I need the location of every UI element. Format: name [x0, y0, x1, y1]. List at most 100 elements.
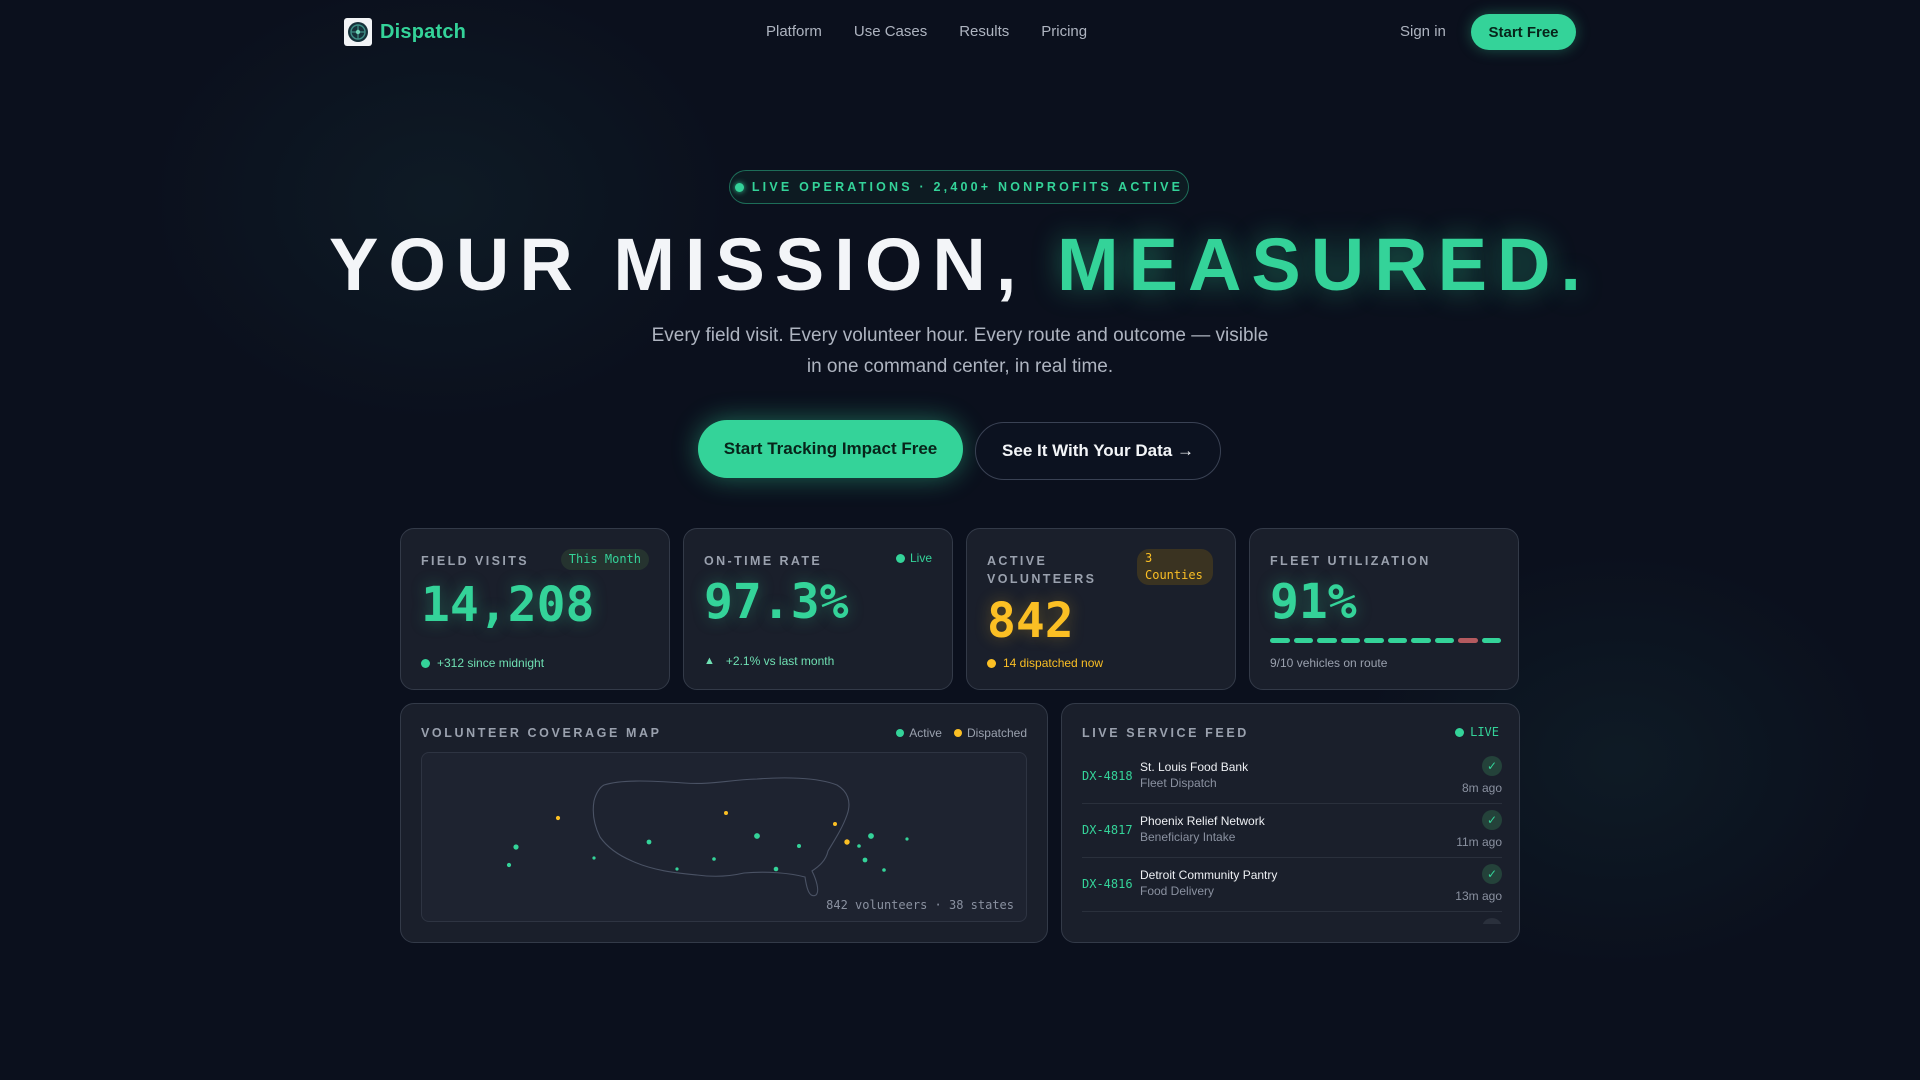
field-visits-value: 14,208 [421, 577, 595, 633]
fleet-segment [1364, 638, 1384, 643]
on-time-delta: +2.1% vs last month [725, 654, 835, 668]
check-icon: ✓ [1482, 756, 1502, 776]
active-volunteers-label: ACTIVE VOLUNTEERS [987, 552, 1096, 588]
active-dot-icon [896, 729, 905, 737]
on-time-rate-card: ON-TIME RATE Live 97.3% ▲ +2.1% vs last … [683, 528, 953, 690]
feed-item[interactable]: DX-4816 Detroit Community Pantry Food De… [1082, 858, 1502, 912]
field-visits-delta: +312 since midnight [437, 656, 545, 670]
hero-title-accent: MEASURED. [1056, 223, 1591, 306]
brand-name: Dispatch [380, 20, 467, 43]
fleet-segment [1340, 638, 1360, 643]
coverage-map-title: VOLUNTEER COVERAGE MAP [421, 726, 662, 740]
check-icon: ✓ [1482, 864, 1502, 884]
feed-item-time: 11m ago [1456, 835, 1502, 849]
field-visits-footer: +312 since midnight [421, 656, 544, 670]
nav-links: Platform Use Cases Results Pricing [766, 23, 1087, 40]
on-time-footer: ▲ +2.1% vs last month [704, 654, 834, 668]
legend-dispatched-label: Dispatched [966, 726, 1027, 740]
feed-list[interactable]: DX-4818 St. Louis Food Bank Fleet Dispat… [1082, 750, 1502, 924]
feed-item-org: St. Louis Food Bank [1140, 760, 1249, 774]
dispatched-dot-icon [987, 658, 996, 668]
feed-item-type: Fleet Dispatch [1140, 776, 1217, 790]
fleet-segment [1434, 638, 1454, 643]
field-visits-card: FIELD VISITS This Month 14,208 +312 sinc… [400, 528, 670, 690]
nav-link-use-cases[interactable]: Use Cases [854, 23, 927, 40]
hero-subtitle-line-1: Every field visit. Every volunteer hour.… [651, 325, 1269, 346]
feed-item-org: Phoenix Relief Network [1140, 814, 1265, 828]
hero-subtitle-line-2: in one command center, in real time. [806, 356, 1114, 377]
this-month-badge: This Month [560, 549, 649, 570]
legend-active-label: Active [909, 726, 942, 740]
triangle-up-icon: ▲ [704, 655, 715, 667]
feed-item-id: DX-4816 [1082, 877, 1133, 891]
hero-title: YOUR MISSION, MEASURED. [0, 222, 1920, 308]
feed-item-id: DX-4817 [1082, 823, 1133, 837]
fleet-utilization-bar [1270, 638, 1501, 643]
feed-item-type: Beneficiary Intake [1140, 830, 1236, 844]
fleet-segment [1411, 638, 1431, 643]
live-badge-text: Live [909, 551, 932, 565]
live-badge: Live [895, 551, 932, 565]
live-service-feed-panel: LIVE SERVICE FEED LIVE DX-4818 St. Louis… [1061, 703, 1520, 943]
active-volunteers-label-line-1: ACTIVE [987, 554, 1048, 568]
fleet-segment [1270, 638, 1290, 643]
nav-link-pricing[interactable]: Pricing [1041, 23, 1087, 40]
feed-live-indicator: LIVE [1455, 725, 1499, 739]
fleet-utilization-label: FLEET UTILIZATION [1270, 554, 1431, 568]
start-tracking-button[interactable]: Start Tracking Impact Free [698, 420, 963, 478]
feed-item[interactable]: DX-4817 Phoenix Relief Network Beneficia… [1082, 804, 1502, 858]
dispatched-now-text: 14 dispatched now [1003, 656, 1104, 670]
feed-item-time: 8m ago [1461, 781, 1502, 795]
legend-active: Active [896, 726, 942, 740]
field-visits-label: FIELD VISITS [421, 554, 529, 568]
fleet-footer: 9/10 vehicles on route [1270, 656, 1387, 670]
active-volunteers-label-line-2: VOLUNTEERS [987, 572, 1097, 586]
fleet-segment [1317, 638, 1337, 643]
live-operations-pill: LIVE OPERATIONS · 2,400+ NONPROFITS ACTI… [729, 170, 1189, 204]
active-volunteers-value: 842 [987, 593, 1074, 649]
top-nav: Dispatch Platform Use Cases Results Pric… [0, 0, 1920, 64]
active-volunteers-card: ACTIVE VOLUNTEERS 3 Counties 842 14 disp… [966, 528, 1236, 690]
counties-badge-text: Counties [1145, 568, 1203, 582]
live-dot-icon [895, 553, 905, 563]
feed-live-text: LIVE [1470, 725, 1499, 739]
fleet-utilization-value: 91% [1270, 574, 1357, 630]
coverage-map[interactable]: 842 volunteers · 38 states [421, 752, 1027, 922]
live-dot-icon [1455, 727, 1465, 737]
fleet-segment [1481, 638, 1501, 643]
feed-item[interactable]: DX-4818 St. Louis Food Bank Fleet Dispat… [1082, 750, 1502, 804]
map-legend: Active Dispatched [896, 726, 1027, 740]
status-dot-icon [421, 658, 430, 668]
live-dot-icon [734, 182, 744, 192]
nav-link-results[interactable]: Results [959, 23, 1009, 40]
check-icon [1482, 918, 1502, 924]
hero-title-primary: YOUR MISSION, [329, 223, 1057, 306]
nav-link-platform[interactable]: Platform [766, 23, 822, 40]
feed-item-time: 13m ago [1455, 889, 1502, 903]
fleet-utilization-card: FLEET UTILIZATION 91% 9/10 vehicles on r… [1249, 528, 1519, 690]
volunteers-footer: 14 dispatched now [987, 656, 1103, 670]
feed-item-org: Detroit Community Pantry [1140, 868, 1278, 882]
fleet-segment [1387, 638, 1407, 643]
see-with-data-button[interactable]: See It With Your Data → [975, 422, 1221, 480]
vehicles-on-route-text: 9/10 vehicles on route [1270, 656, 1388, 670]
on-time-label: ON-TIME RATE [704, 554, 823, 568]
logo[interactable]: Dispatch [344, 18, 466, 46]
counties-badge: 3 Counties [1137, 549, 1213, 585]
feed-item-partial [1082, 912, 1502, 924]
map-caption: 842 volunteers · 38 states [826, 898, 1014, 912]
feed-item-id: DX-4818 [1082, 769, 1133, 783]
hero-subtitle: Every field visit. Every volunteer hour.… [610, 320, 1310, 382]
start-free-button[interactable]: Start Free [1471, 14, 1576, 50]
fleet-segment-idle [1458, 638, 1478, 643]
live-feed-title: LIVE SERVICE FEED [1082, 726, 1249, 740]
legend-dispatched: Dispatched [953, 726, 1027, 740]
sign-in-link[interactable]: Sign in [1400, 23, 1446, 40]
dispatched-dot-icon [953, 729, 962, 737]
fleet-segment [1293, 638, 1313, 643]
us-map-outline-icon [506, 777, 909, 897]
feed-item-type: Food Delivery [1140, 884, 1215, 898]
live-operations-text: LIVE OPERATIONS · 2,400+ NONPROFITS ACTI… [751, 180, 1184, 194]
on-time-value: 97.3% [704, 574, 849, 630]
counties-badge-count: 3 [1145, 551, 1153, 565]
